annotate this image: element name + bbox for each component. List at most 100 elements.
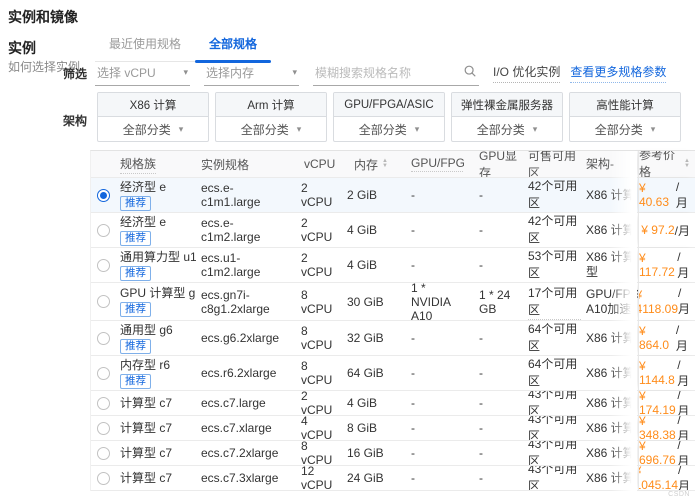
vcpu-value: 2 vCPU xyxy=(291,178,339,212)
arch-card-baremetal-title[interactable]: 弹性裸金属服务器 xyxy=(452,93,562,117)
search-icon[interactable] xyxy=(463,64,477,81)
table-row[interactable]: 计算型 c7 ecs.c7.2xlarge 8 vCPU 16 GiB - - … xyxy=(91,441,695,466)
zones-value[interactable]: 53个可用区 xyxy=(521,248,581,282)
arch-card-x86-title[interactable]: X86 计算 xyxy=(98,93,208,117)
gpu-value: - xyxy=(391,178,464,212)
family-name: 通用型 g6 xyxy=(120,323,173,337)
arch-card-gpu-title[interactable]: GPU/FPGA/ASIC xyxy=(334,93,444,117)
more-spec-params-link[interactable]: 查看更多规格参数 xyxy=(570,63,666,83)
radio-button[interactable] xyxy=(97,422,110,435)
radio-button[interactable] xyxy=(97,259,110,272)
header-memory-sort[interactable]: 内存▲▼ xyxy=(339,151,391,177)
instance-selection-page: 实例和镜像 实例 如何选择实例 最近使用规格 全部规格 筛选 选择 vCPU ▾… xyxy=(0,0,695,500)
gpu-memory-value: - xyxy=(464,416,521,440)
arch-card-hpc-category-select[interactable]: 全部分类 ▾ xyxy=(570,117,680,141)
memory-select-placeholder: 选择内存 xyxy=(206,64,254,81)
arch-card-arm: Arm 计算 全部分类 ▾ xyxy=(215,92,327,142)
table-row[interactable]: GPU 计算型 gn7i推荐 ecs.gn7i-c8g1.2xlarge 8 v… xyxy=(91,283,695,321)
family-name: 计算型 c7 xyxy=(120,471,172,485)
arch-card-x86-category-select[interactable]: 全部分类 ▾ xyxy=(98,117,208,141)
arch-card-gpu-category-select[interactable]: 全部分类 ▾ xyxy=(334,117,444,141)
zones-value[interactable]: 42个可用区 xyxy=(521,213,581,247)
zones-value[interactable]: 43个可用区 xyxy=(521,466,581,490)
zones-value[interactable]: 64个可用区 xyxy=(521,356,581,390)
radio-button[interactable] xyxy=(97,295,110,308)
price-value: ¥ 864.0/月 xyxy=(638,321,695,355)
vcpu-value: 8 vCPU xyxy=(291,356,339,390)
io-optimized-label[interactable]: I/O 优化实例 xyxy=(493,63,560,83)
table-row[interactable]: 通用算力型 u1推荐 ecs.u1-c1m2.large 2 vCPU 4 Gi… xyxy=(91,248,695,283)
table-row[interactable]: 计算型 c7 ecs.c7.large 2 vCPU 4 GiB - - 43个… xyxy=(91,391,695,416)
radio-button[interactable] xyxy=(97,224,110,237)
all-category-label: 全部分类 xyxy=(477,121,525,138)
spec-name: ecs.u1-c1m2.large xyxy=(196,248,291,282)
architecture-value: X86 计算 xyxy=(581,321,638,355)
spec-name: ecs.c7.large xyxy=(196,391,291,415)
architecture-value: X86 计算 xyxy=(581,441,638,465)
all-category-label: 全部分类 xyxy=(595,121,643,138)
vcpu-value: 4 vCPU xyxy=(291,416,339,440)
gpu-memory-value: - xyxy=(464,441,521,465)
recommend-badge: 推荐 xyxy=(120,196,151,211)
header-gpu[interactable]: GPU/FPGA xyxy=(391,151,464,177)
zones-value[interactable]: 42个可用区 xyxy=(521,178,581,212)
family-name: 内存型 r6 xyxy=(120,358,170,372)
tab-recent-specs[interactable]: 最近使用规格 xyxy=(95,33,195,61)
radio-button[interactable] xyxy=(97,472,110,485)
table-row[interactable]: 计算型 c7 ecs.c7.xlarge 4 vCPU 8 GiB - - 43… xyxy=(91,416,695,441)
zones-value[interactable]: 17个可用区 xyxy=(521,283,581,320)
table-row[interactable]: 经济型 e推荐 ecs.e-c1m2.large 2 vCPU 4 GiB - … xyxy=(91,213,695,248)
arch-card-arm-title[interactable]: Arm 计算 xyxy=(216,93,326,117)
memory-value: 32 GiB xyxy=(339,321,391,355)
zones-value[interactable]: 43个可用区 xyxy=(521,391,581,415)
zones-value[interactable]: 64个可用区 xyxy=(521,321,581,355)
arch-card-arm-category-select[interactable]: 全部分类 ▾ xyxy=(216,117,326,141)
spec-tabs: 最近使用规格 全部规格 xyxy=(95,33,271,62)
gpu-memory-value: - xyxy=(464,178,521,212)
vcpu-select[interactable]: 选择 vCPU ▾ xyxy=(95,62,190,86)
gpu-value: - xyxy=(391,441,464,465)
zones-value[interactable]: 43个可用区 xyxy=(521,416,581,440)
spec-search-placeholder: 模糊搜索规格名称 xyxy=(315,64,411,81)
price-value: ¥ 348.38/月 xyxy=(638,416,695,440)
recommend-badge: 推荐 xyxy=(120,231,151,246)
header-price-sort[interactable]: 参考价格▲▼ xyxy=(638,151,695,177)
vcpu-value: 12 vCPU xyxy=(291,466,339,490)
radio-button[interactable] xyxy=(97,397,110,410)
price-value: ¥ 4118.09/月 xyxy=(638,283,695,320)
spec-search-input[interactable]: 模糊搜索规格名称 xyxy=(313,62,479,86)
zones-value[interactable]: 43个可用区 xyxy=(521,441,581,465)
tab-all-specs[interactable]: 全部规格 xyxy=(195,33,271,61)
arch-card-baremetal: 弹性裸金属服务器 全部分类 ▾ xyxy=(451,92,563,142)
sort-icon: ▲▼ xyxy=(382,159,388,169)
header-spec: 实例规格 xyxy=(196,151,291,177)
gpu-memory-value: - xyxy=(464,466,521,490)
chevron-down-icon: ▾ xyxy=(292,67,297,78)
spec-name: ecs.c7.xlarge xyxy=(196,416,291,440)
radio-button[interactable] xyxy=(97,332,110,345)
price-value: ¥ 1144.8/月 xyxy=(638,356,695,390)
gpu-value: - xyxy=(391,391,464,415)
memory-select[interactable]: 选择内存 ▾ xyxy=(204,62,299,86)
table-row[interactable]: 计算型 c7 ecs.c7.3xlarge 12 vCPU 24 GiB - -… xyxy=(91,466,695,491)
vcpu-value: 8 vCPU xyxy=(291,321,339,355)
arch-card-hpc-title[interactable]: 高性能计算 xyxy=(570,93,680,117)
header-family[interactable]: 规格族 xyxy=(116,151,196,177)
header-vcpu-sort[interactable]: vCPU▲▼ xyxy=(291,151,339,177)
arch-card-baremetal-category-select[interactable]: 全部分类 ▾ xyxy=(452,117,562,141)
table-row[interactable]: 经济型 e推荐 ecs.e-c1m1.large 2 vCPU 2 GiB - … xyxy=(91,178,695,213)
table-row[interactable]: 内存型 r6推荐 ecs.r6.2xlarge 8 vCPU 64 GiB - … xyxy=(91,356,695,391)
vcpu-value: 2 vCPU xyxy=(291,248,339,282)
radio-button[interactable] xyxy=(97,447,110,460)
all-category-label: 全部分类 xyxy=(123,121,171,138)
watermark: CSDN xyxy=(668,491,690,498)
gpu-value: - xyxy=(391,213,464,247)
architecture-value: X86 计算 xyxy=(581,178,638,212)
table-header-row: 规格族 实例规格 vCPU▲▼ 内存▲▼ GPU/FPGA GPU显存 可售可用… xyxy=(91,151,695,178)
table-row[interactable]: 通用型 g6推荐 ecs.g6.2xlarge 8 vCPU 32 GiB - … xyxy=(91,321,695,356)
all-category-label: 全部分类 xyxy=(359,121,407,138)
chevron-down-icon: ▾ xyxy=(651,124,656,135)
memory-value: 4 GiB xyxy=(339,213,391,247)
radio-button[interactable] xyxy=(97,367,110,380)
radio-button[interactable] xyxy=(97,189,110,202)
